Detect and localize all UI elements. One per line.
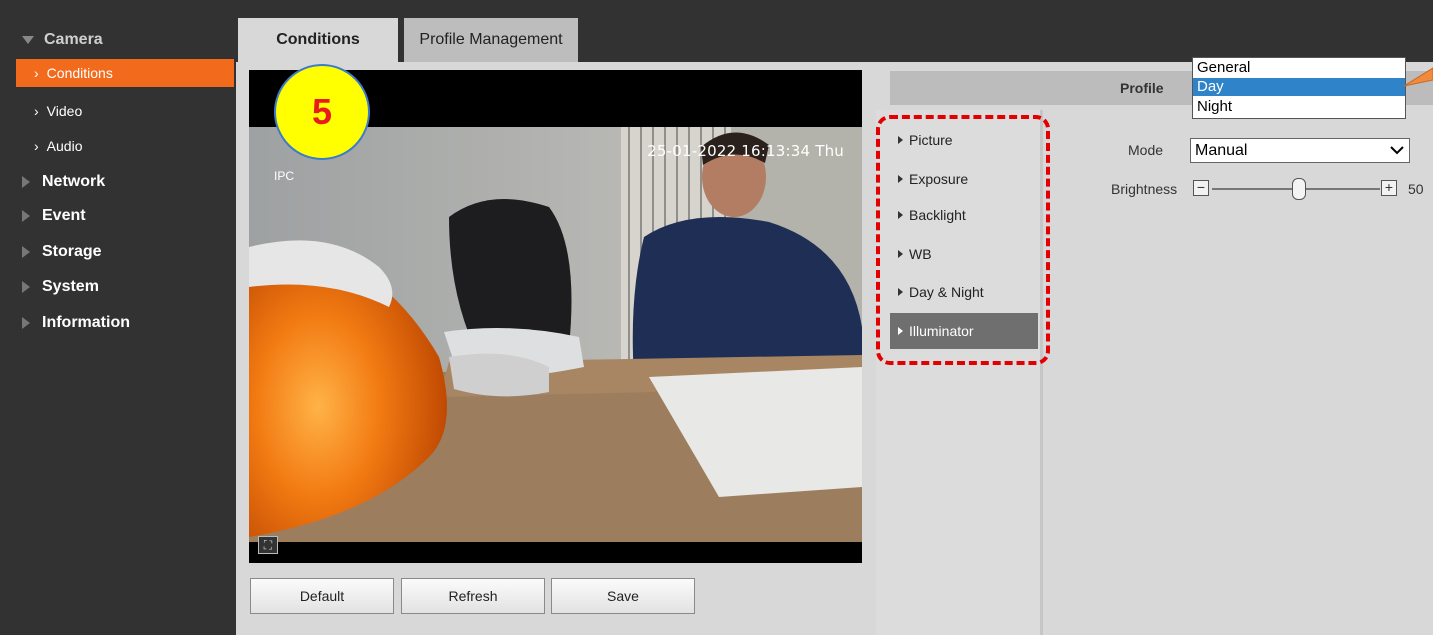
sidebar-item-label: Conditions — [46, 65, 113, 81]
tab-conditions[interactable]: Conditions — [238, 18, 398, 62]
minus-icon[interactable]: − — [1193, 180, 1209, 196]
step-badge: 5 — [274, 64, 370, 160]
sidebar-item-system[interactable]: System — [22, 275, 99, 299]
callout-arrow-icon — [1404, 67, 1433, 87]
brightness-value: 50 — [1408, 181, 1424, 197]
expand-down-icon — [22, 36, 34, 44]
sidebar-item-video[interactable]: › Video — [16, 97, 234, 125]
profile-dropdown-list[interactable]: General Day Night — [1192, 57, 1406, 119]
save-button[interactable]: Save — [551, 578, 695, 614]
mode-value: Manual — [1195, 141, 1248, 159]
brightness-label: Brightness — [1111, 181, 1178, 197]
chevron-right-icon: › — [34, 138, 39, 154]
sidebar-item-camera[interactable]: Camera — [22, 28, 103, 52]
sidebar-item-information[interactable]: Information — [22, 311, 130, 335]
profile-option-day[interactable]: Day — [1193, 78, 1405, 96]
sidebar-item-label: Audio — [46, 138, 83, 154]
fullscreen-icon[interactable]: ⛶ — [258, 536, 278, 554]
plus-icon[interactable]: + — [1381, 180, 1397, 196]
sidebar-item-label: Camera — [44, 31, 103, 48]
sidebar-item-label: System — [42, 278, 99, 295]
chevron-right-icon: › — [34, 103, 39, 119]
mode-label: Mode — [1128, 142, 1164, 158]
sidebar-item-label: Video — [46, 103, 83, 119]
sidebar-item-label: Network — [42, 173, 106, 190]
sidebar-item-event[interactable]: Event — [22, 204, 86, 228]
expand-right-icon — [22, 281, 30, 293]
tab-profile-management[interactable]: Profile Management — [404, 18, 578, 62]
expand-right-icon — [22, 210, 30, 222]
camera-scene-image — [249, 127, 862, 542]
channel-label: IPC — [274, 169, 295, 183]
mode-select[interactable]: Manual — [1190, 138, 1410, 163]
sidebar-item-network[interactable]: Network — [22, 170, 105, 194]
highlight-box — [876, 115, 1050, 365]
expand-right-icon — [22, 176, 30, 188]
sidebar-item-label: Storage — [42, 243, 102, 260]
expand-right-icon — [22, 246, 30, 258]
refresh-button[interactable]: Refresh — [401, 578, 545, 614]
sidebar-item-audio[interactable]: › Audio — [16, 132, 234, 160]
default-button[interactable]: Default — [250, 578, 394, 614]
profile-label: Profile — [1120, 80, 1164, 96]
expand-right-icon — [22, 317, 30, 329]
sidebar-item-conditions[interactable]: › Conditions — [16, 59, 234, 87]
brightness-slider-handle[interactable] — [1292, 178, 1306, 200]
profile-option-night[interactable]: Night — [1193, 98, 1405, 116]
chevron-down-icon — [1390, 146, 1404, 155]
profile-option-general[interactable]: General — [1193, 59, 1405, 77]
chevron-right-icon: › — [34, 65, 39, 81]
sidebar-item-label: Event — [42, 207, 86, 224]
sidebar-item-label: Information — [42, 314, 130, 331]
sidebar-item-storage[interactable]: Storage — [22, 240, 102, 264]
video-timestamp: 25-01-2022 16:13:34 Thu — [647, 142, 844, 160]
